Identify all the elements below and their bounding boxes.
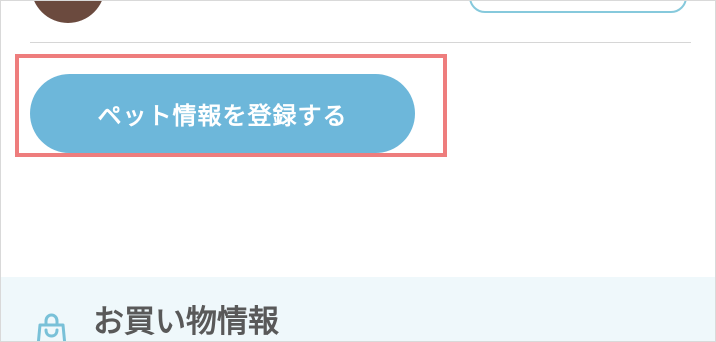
divider	[30, 42, 691, 43]
top-outline-button[interactable]	[469, 1, 687, 13]
user-avatar[interactable]	[31, 1, 105, 23]
shopping-section-title: お買い物情報	[93, 304, 279, 340]
shopping-bag-icon	[36, 313, 67, 341]
register-pet-button[interactable]: ペット情報を登録する	[30, 74, 415, 153]
app-frame: ペット情報を登録する お買い物情報	[0, 0, 716, 342]
